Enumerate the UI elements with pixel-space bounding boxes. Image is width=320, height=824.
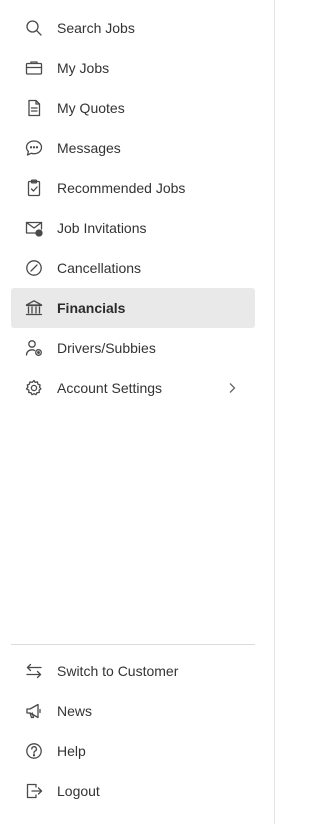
sidebar-item-label: Search Jobs bbox=[57, 20, 135, 36]
sidebar-item-label: My Quotes bbox=[57, 100, 125, 116]
logout-icon bbox=[24, 781, 44, 801]
chevron-right-icon bbox=[225, 380, 239, 396]
sidebar-item-search-jobs[interactable]: Search Jobs bbox=[11, 8, 255, 48]
sidebar-item-label: Logout bbox=[57, 783, 100, 799]
sidebar-item-news[interactable]: News bbox=[11, 691, 255, 731]
search-icon bbox=[24, 18, 44, 38]
sidebar-divider bbox=[11, 644, 255, 645]
cancel-circle-icon bbox=[24, 258, 44, 278]
clipboard-check-icon bbox=[24, 178, 44, 198]
user-settings-icon bbox=[24, 338, 44, 358]
sidebar: Search Jobs My Jobs My Quotes Messages R bbox=[0, 0, 275, 824]
sidebar-item-label: News bbox=[57, 703, 93, 719]
sidebar-main-nav: Search Jobs My Jobs My Quotes Messages R bbox=[11, 8, 255, 408]
sidebar-item-label: Messages bbox=[57, 140, 121, 156]
sidebar-item-label: Job Invitations bbox=[57, 220, 147, 236]
sidebar-item-label: Recommended Jobs bbox=[57, 180, 186, 196]
sidebar-item-my-quotes[interactable]: My Quotes bbox=[11, 88, 255, 128]
gear-icon bbox=[24, 378, 44, 398]
document-icon bbox=[24, 98, 44, 118]
sidebar-item-label: Help bbox=[57, 743, 86, 759]
sidebar-item-label: Financials bbox=[57, 300, 126, 316]
sidebar-item-account-settings[interactable]: Account Settings bbox=[11, 368, 255, 408]
sidebar-item-drivers-subbies[interactable]: Drivers/Subbies bbox=[11, 328, 255, 368]
briefcase-icon bbox=[24, 58, 44, 78]
megaphone-icon bbox=[24, 701, 44, 721]
sidebar-item-financials[interactable]: Financials bbox=[11, 288, 255, 328]
sidebar-item-cancellations[interactable]: Cancellations bbox=[11, 248, 255, 288]
sidebar-item-messages[interactable]: Messages bbox=[11, 128, 255, 168]
sidebar-item-switch-to-customer[interactable]: Switch to Customer bbox=[11, 651, 255, 691]
switch-arrows-icon bbox=[24, 661, 44, 681]
sidebar-item-help[interactable]: Help bbox=[11, 731, 255, 771]
sidebar-item-job-invitations[interactable]: Job Invitations bbox=[11, 208, 255, 248]
envelope-badge-icon bbox=[24, 218, 44, 238]
sidebar-item-my-jobs[interactable]: My Jobs bbox=[11, 48, 255, 88]
chat-bubble-icon bbox=[24, 138, 44, 158]
bank-icon bbox=[24, 298, 44, 318]
sidebar-item-label: Cancellations bbox=[57, 260, 142, 276]
sidebar-item-label: My Jobs bbox=[57, 60, 110, 76]
help-circle-icon bbox=[24, 741, 44, 761]
sidebar-item-label: Drivers/Subbies bbox=[57, 340, 156, 356]
sidebar-item-label: Account Settings bbox=[57, 380, 163, 396]
sidebar-item-recommended-jobs[interactable]: Recommended Jobs bbox=[11, 168, 255, 208]
sidebar-item-label: Switch to Customer bbox=[57, 663, 179, 679]
sidebar-item-logout[interactable]: Logout bbox=[11, 771, 255, 811]
sidebar-bottom-nav: Switch to Customer News Help Logout bbox=[11, 651, 255, 811]
